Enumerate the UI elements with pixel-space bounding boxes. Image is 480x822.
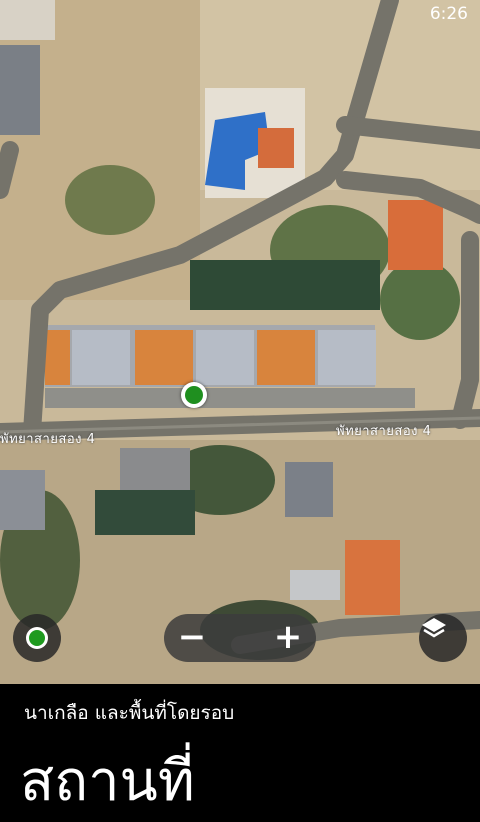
location-dot-icon <box>26 627 48 649</box>
zoom-control: − + <box>164 614 316 662</box>
info-panel: นาเกลือ และพื้นที่โดยรอบ สถานที่ <box>0 684 480 814</box>
area-subtitle: นาเกลือ และพื้นที่โดยรอบ <box>24 702 235 724</box>
layers-icon <box>422 618 446 638</box>
satellite-imagery <box>0 0 480 684</box>
map-view[interactable]: 6:26 พัทยาสายสอง 4 พัทยาสายสอง 4 − + <box>0 0 480 684</box>
status-time: 6:26 <box>429 4 468 24</box>
page-title: สถานที่ <box>20 749 195 814</box>
locate-me-button[interactable] <box>13 614 61 662</box>
current-location-icon[interactable] <box>181 382 207 408</box>
layers-button[interactable] <box>419 614 467 662</box>
zoom-in-button[interactable]: + <box>260 614 316 662</box>
road-label-left: พัทยาสายสอง 4 <box>0 432 96 447</box>
zoom-out-button[interactable]: − <box>164 614 220 662</box>
road-label-right: พัทยาสายสอง 4 <box>336 424 432 439</box>
